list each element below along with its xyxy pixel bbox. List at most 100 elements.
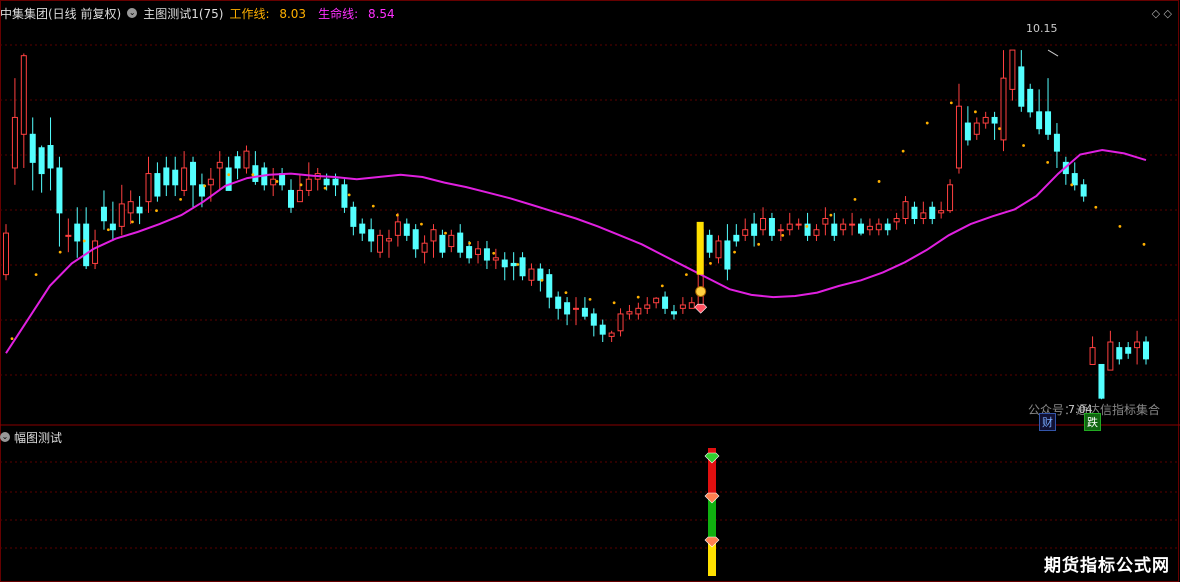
candle-down (929, 206, 936, 219)
candle-up (679, 304, 686, 309)
work-line-dot (155, 209, 158, 213)
candle-down (412, 229, 419, 250)
candle-down (964, 122, 971, 141)
candle-down (190, 161, 197, 186)
candle-up (385, 238, 392, 242)
candle-down (831, 223, 838, 236)
candle-up (1000, 77, 1007, 141)
candle-up (866, 225, 873, 231)
work-line-dot (131, 220, 134, 224)
candle-down (991, 116, 998, 124)
candle-up (840, 223, 847, 231)
candle-down (109, 223, 116, 231)
work-line-dot (347, 193, 351, 197)
work-line-dot (299, 183, 303, 187)
candle-down (225, 167, 232, 191)
candle-up (626, 311, 633, 315)
work-line-dot (1022, 144, 1025, 147)
work-line-dot (1142, 242, 1146, 246)
candle-up (617, 313, 624, 332)
candle-up (947, 184, 954, 212)
candle-down (359, 223, 366, 234)
candle-down (1080, 184, 1087, 197)
work-line-dot (323, 186, 327, 190)
life-label-text: 生命线: (318, 6, 359, 21)
candle-up (475, 248, 482, 255)
candle-up (742, 229, 749, 236)
candle-down (1143, 341, 1149, 360)
tag-die: 跌 (1084, 413, 1101, 431)
work-line-dot (925, 121, 929, 125)
work-line-dot (636, 295, 640, 299)
candle-down (519, 257, 526, 277)
corner-diamond-icons[interactable]: ◇ ◇ (1152, 7, 1172, 20)
candle-up (938, 210, 945, 214)
candle-down (163, 167, 170, 186)
candle-up (608, 332, 615, 337)
work-line-dot (275, 180, 279, 183)
candle-up (822, 218, 829, 225)
sub-collapse-icon[interactable]: ⌄ (0, 432, 10, 442)
candle-down (483, 248, 490, 261)
candle-up (777, 229, 784, 232)
kline-chart[interactable] (0, 0, 1180, 582)
work-line-dot (757, 242, 761, 246)
sub-diamond-icon (704, 536, 720, 548)
candle-down (403, 223, 410, 236)
candle-up (145, 173, 152, 203)
tag-cai: 财 (1039, 413, 1056, 431)
candle-down (74, 223, 81, 242)
work-line-dot (660, 284, 664, 288)
work-line-dot (203, 184, 207, 188)
candle-down (323, 178, 330, 186)
candle-up (270, 178, 277, 186)
candle-up (243, 150, 250, 169)
candle-down (234, 156, 241, 169)
work-line-dot (564, 291, 568, 295)
candle-up (875, 223, 882, 231)
candle-up (644, 304, 651, 309)
signal-bar (696, 221, 704, 275)
candle-up (421, 242, 428, 253)
candle-down (1053, 133, 1060, 152)
candle-down (457, 232, 464, 253)
candle-down (83, 223, 90, 267)
collapse-icon[interactable]: ⌄ (127, 8, 138, 18)
candle-down (56, 167, 63, 214)
work-line-dot (540, 278, 544, 282)
work-line-label: 工作线: 8.03 (229, 5, 312, 22)
candle-down (501, 259, 508, 268)
candle-up (492, 257, 499, 261)
candle-up (92, 240, 99, 264)
work-line-dot (829, 213, 833, 217)
work-line-dot (781, 233, 785, 237)
work-line-dot (251, 173, 255, 177)
work-line-dot (516, 263, 520, 266)
candle-up (296, 189, 303, 203)
candle-up (955, 105, 962, 169)
candle-down (564, 302, 571, 315)
work-line-dot (612, 301, 616, 305)
work-line-value: 8.03 (279, 6, 307, 21)
work-line-dot (1118, 224, 1122, 228)
candle-up (430, 229, 437, 242)
diamond-signal (694, 303, 708, 314)
high-pointer (1047, 49, 1059, 57)
candle-up (528, 268, 535, 281)
candle-up (127, 201, 134, 214)
candle-down (47, 145, 54, 169)
candle-up (1107, 341, 1114, 371)
candle-up (653, 297, 660, 304)
work-line-dot (444, 231, 447, 235)
candle-down (1116, 347, 1123, 360)
candle-up (207, 178, 214, 186)
candle-down (751, 223, 758, 236)
indicator-name[interactable]: 主图测试1(75) (143, 5, 223, 22)
candle-down (733, 234, 740, 242)
candle-down (581, 307, 588, 317)
candle-down (911, 206, 918, 219)
candle-up (795, 223, 802, 226)
candle-down (858, 223, 864, 234)
life-line-value: 8.54 (367, 6, 395, 21)
candle-down (546, 274, 553, 298)
